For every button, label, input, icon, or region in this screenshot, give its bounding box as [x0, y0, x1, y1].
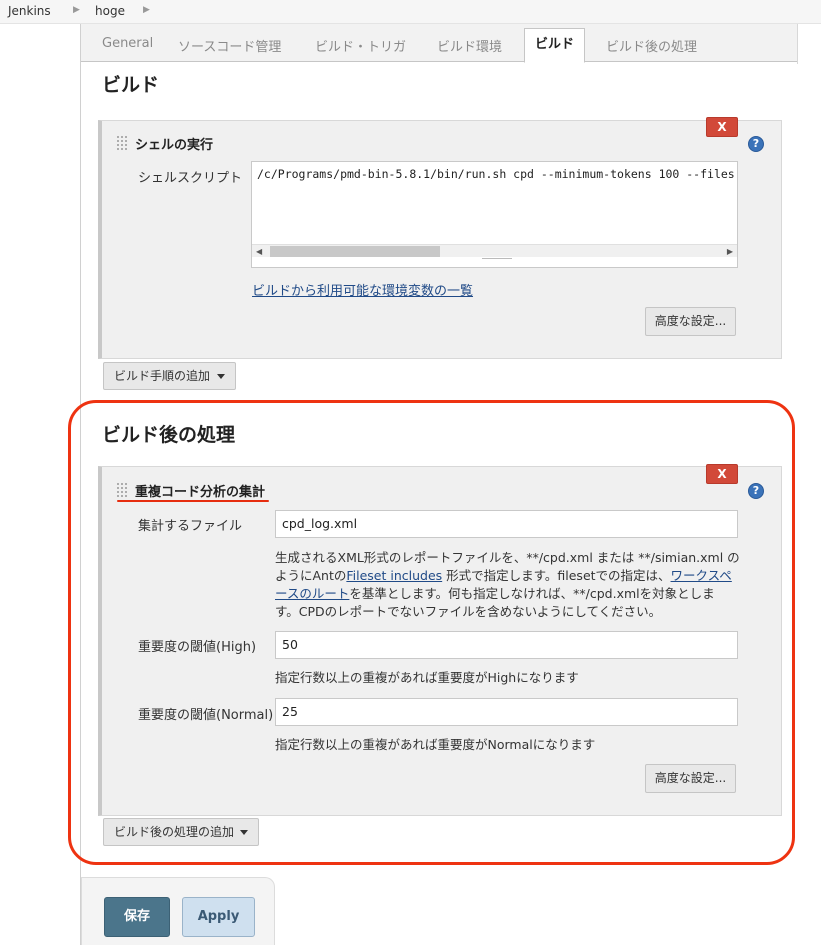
add-build-step-label: ビルド手順の追加: [114, 369, 211, 383]
shell-step-title: シェルの実行: [135, 138, 214, 153]
scroll-right-icon[interactable]: ▶: [727, 245, 733, 258]
drag-handle-icon[interactable]: [116, 135, 128, 151]
tab-build[interactable]: ビルド: [524, 28, 585, 63]
save-button[interactable]: 保存: [104, 897, 170, 937]
delete-shell-step-button[interactable]: X: [706, 117, 738, 137]
add-build-step-button[interactable]: ビルド手順の追加: [103, 362, 236, 390]
breadcrumb: Jenkins ▶ hoge ▶: [0, 0, 821, 24]
shell-script-label: シェルスクリプト: [138, 171, 243, 186]
caret-down-icon: [217, 374, 225, 379]
breadcrumb-job[interactable]: hoge: [95, 4, 125, 18]
tabbar-edge: [797, 24, 798, 64]
chevron-right-icon[interactable]: ▶: [143, 5, 150, 15]
tab-build-triggers[interactable]: ビルド・トリガ: [315, 36, 406, 55]
help-icon[interactable]: ?: [748, 136, 764, 152]
annotation-highlight-frame: [68, 400, 795, 865]
shell-script-content: /c/Programs/pmd-bin-5.8.1/bin/run.sh cpd…: [257, 167, 735, 181]
breadcrumb-jenkins[interactable]: Jenkins: [8, 4, 51, 18]
scrollbar-thumb[interactable]: [270, 246, 440, 257]
tab-general[interactable]: General: [102, 36, 153, 51]
config-tabbar: General ソースコード管理 ビルド・トリガ ビルド環境 ビルド後の処理: [81, 24, 798, 62]
env-vars-link[interactable]: ビルドから利用可能な環境変数の一覧: [252, 280, 473, 299]
shell-advanced-button[interactable]: 高度な設定...: [645, 307, 736, 336]
horizontal-scrollbar[interactable]: ◀ ▶: [252, 244, 737, 257]
tab-build-environment[interactable]: ビルド環境: [437, 36, 502, 55]
tab-post-build[interactable]: ビルド後の処理: [606, 36, 697, 55]
textarea-resize-handle[interactable]: [482, 258, 512, 267]
apply-button[interactable]: Apply: [182, 897, 255, 937]
shell-script-textarea[interactable]: /c/Programs/pmd-bin-5.8.1/bin/run.sh cpd…: [251, 161, 738, 268]
chevron-right-icon[interactable]: ▶: [73, 5, 80, 15]
tab-scm[interactable]: ソースコード管理: [178, 36, 281, 55]
section-title-build: ビルド: [102, 74, 160, 96]
scroll-left-icon[interactable]: ◀: [256, 245, 262, 258]
